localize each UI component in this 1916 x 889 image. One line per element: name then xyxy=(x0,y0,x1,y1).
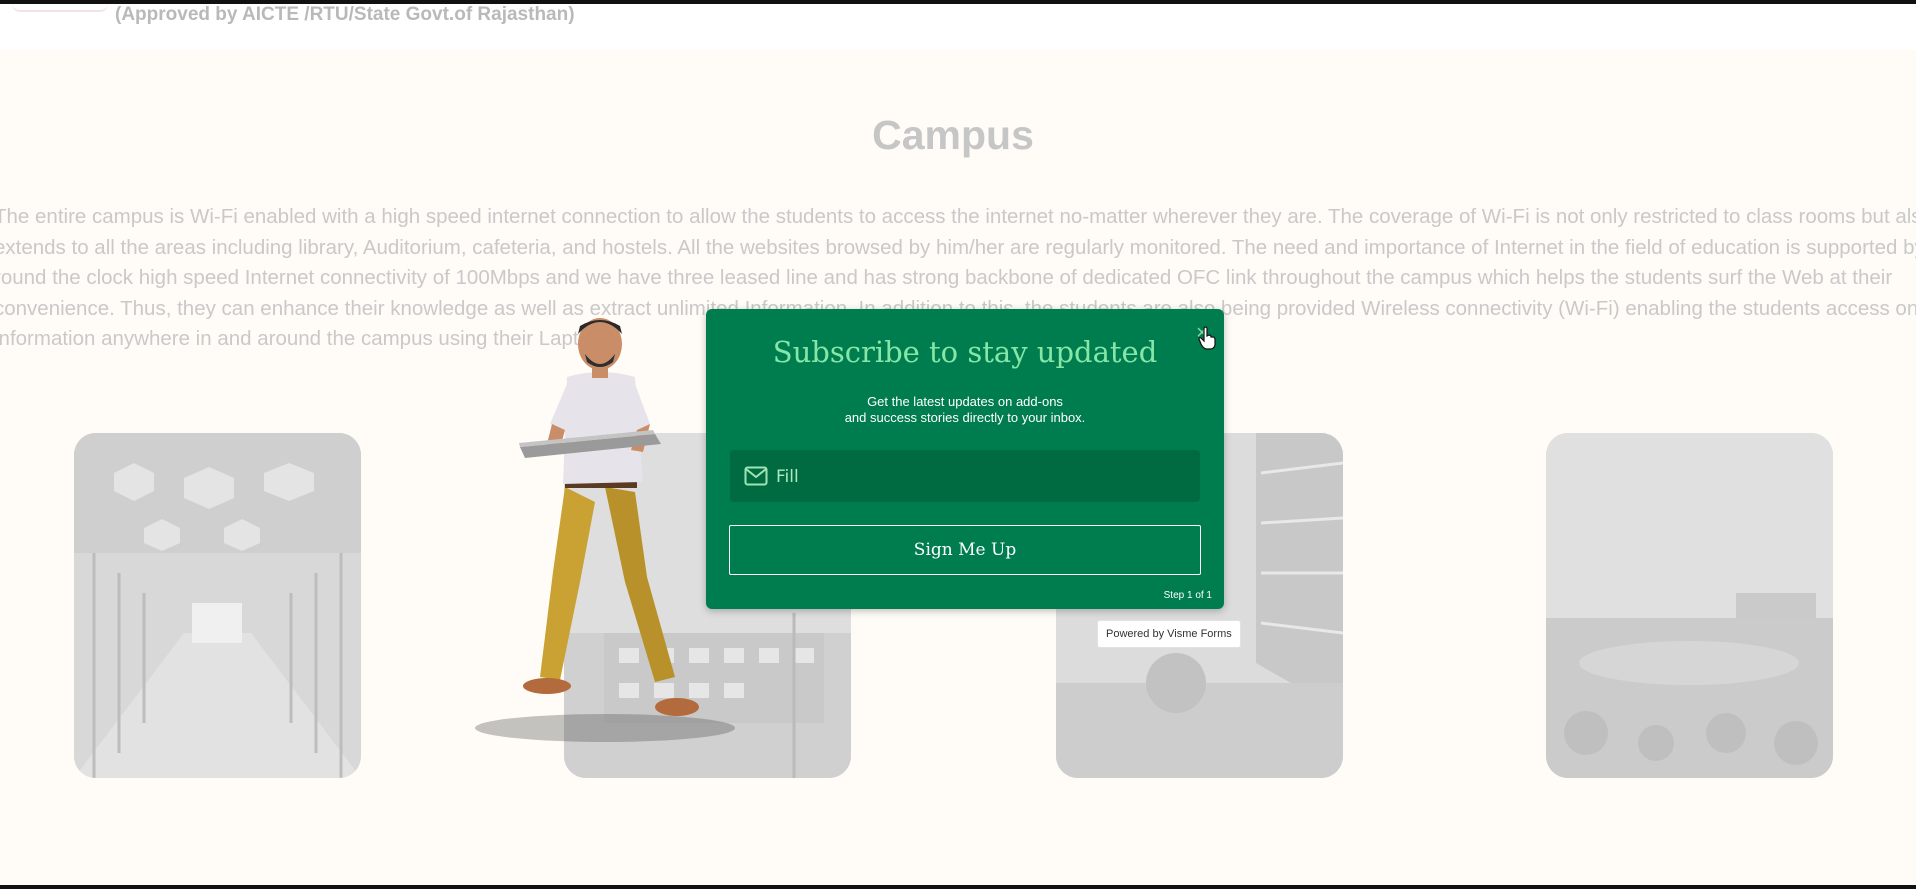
modal-subtitle-line: and success stories directly to your inb… xyxy=(844,410,1086,425)
modal-subtitle-line: Get the latest updates on add-ons xyxy=(867,394,1063,409)
step-indicator: Step 1 of 1 xyxy=(1163,590,1212,601)
approval-text: (Approved by AICTE /RTU/State Govt.of Ra… xyxy=(115,4,575,25)
site-header: (Approved by AICTE /RTU/State Govt.of Ra… xyxy=(0,4,1916,50)
sign-me-up-button[interactable]: Sign Me Up xyxy=(729,525,1201,575)
campus-heading: Campus xyxy=(872,112,1034,158)
modal-subtitle: Get the latest updates on add-ons and su… xyxy=(706,394,1224,426)
powered-by-badge[interactable]: Powered by Visme Forms xyxy=(1097,620,1241,648)
email-field-container xyxy=(730,450,1200,502)
mail-icon xyxy=(744,466,768,486)
modal-title: Subscribe to stay updated xyxy=(772,335,1158,369)
email-input[interactable] xyxy=(774,460,1188,494)
campus-photo-ground xyxy=(1546,433,1833,778)
subscribe-modal: × Subscribe to stay updated Get the late… xyxy=(706,309,1224,609)
college-logo xyxy=(12,4,108,12)
campus-description-line: extends to all the areas including libra… xyxy=(0,235,1916,259)
campus-description-line: round the clock high speed Internet conn… xyxy=(0,266,1893,289)
campus-photo-corridor xyxy=(74,433,361,778)
bottom-border xyxy=(0,885,1916,889)
campus-description-line: The entire campus is Wi-Fi enabled with … xyxy=(0,205,1916,228)
